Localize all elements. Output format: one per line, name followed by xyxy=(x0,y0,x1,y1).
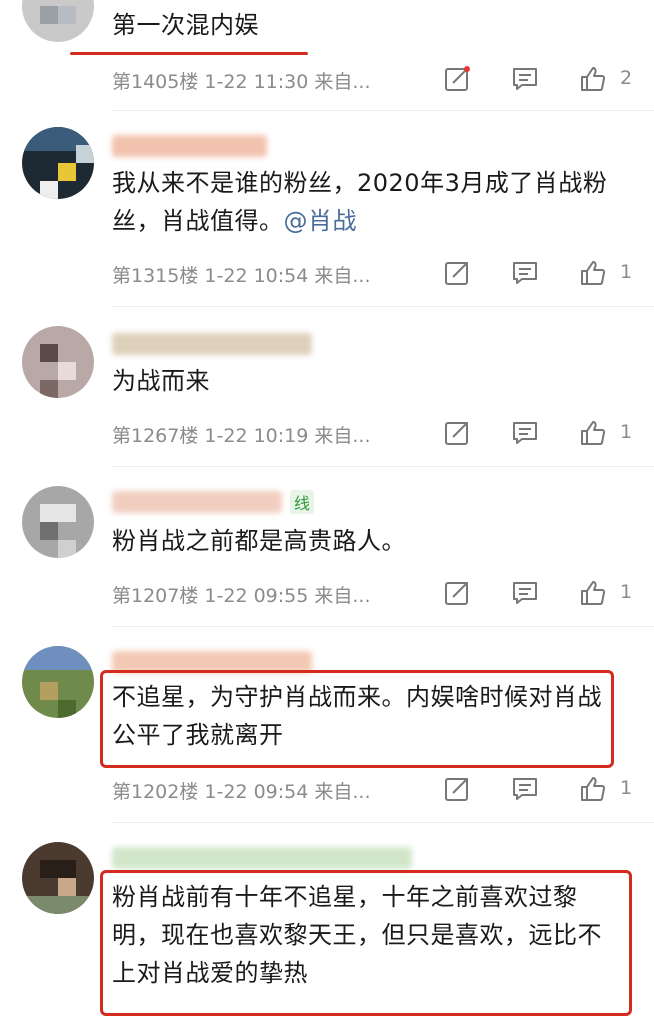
floor-number: 第1405楼 xyxy=(112,71,199,93)
username-blurred[interactable] xyxy=(112,847,412,869)
comment-date: 1-22 xyxy=(204,71,248,93)
share-icon[interactable] xyxy=(442,578,472,608)
like-icon[interactable] xyxy=(578,774,608,804)
comment-source: 来自... xyxy=(314,425,371,447)
avatar[interactable] xyxy=(22,326,94,398)
comment-time: 10:54 xyxy=(253,265,309,287)
share-icon[interactable] xyxy=(442,418,472,448)
comment-icon[interactable] xyxy=(510,258,540,288)
like-icon[interactable] xyxy=(578,578,608,608)
comment-meta: 第1405楼 1-22 11:30 来自... 2 xyxy=(112,64,632,94)
like-count: 1 xyxy=(620,777,633,799)
comment-time: 09:55 xyxy=(253,585,309,607)
username-blurred[interactable] xyxy=(112,491,282,513)
comment-icon[interactable] xyxy=(510,578,540,608)
floor-number: 第1202楼 xyxy=(112,781,199,803)
comment-meta: 第1267楼 1-22 10:19 来自... 1 xyxy=(112,418,632,448)
avatar[interactable] xyxy=(22,646,94,718)
comment-text: 第一次混内娱 xyxy=(112,11,259,39)
share-icon[interactable] xyxy=(442,258,472,288)
comment-date: 1-22 xyxy=(204,585,248,607)
comment-date: 1-22 xyxy=(204,425,248,447)
comment-source: 来自... xyxy=(314,781,371,803)
comment-meta: 第1207楼 1-22 09:55 来自... 1 xyxy=(112,578,632,608)
share-icon[interactable] xyxy=(442,774,472,804)
floor-number: 第1315楼 xyxy=(112,265,199,287)
comment-text: 我从来不是谁的粉丝，2020年3月成了肖战粉丝，肖战值得。@肖战 xyxy=(112,169,608,235)
comment-text: 为战而来 xyxy=(112,367,210,395)
username-blurred[interactable] xyxy=(112,333,312,355)
comment-source: 来自... xyxy=(314,265,371,287)
avatar[interactable] xyxy=(22,0,94,42)
divider xyxy=(112,110,654,111)
comment-date: 1-22 xyxy=(204,265,248,287)
like-count: 1 xyxy=(620,421,633,443)
username-suffix: 线 xyxy=(290,490,315,514)
comment-time: 10:19 xyxy=(253,425,309,447)
divider xyxy=(112,626,654,627)
comment-icon[interactable] xyxy=(510,418,540,448)
like-count: 1 xyxy=(620,581,633,603)
comment-source: 来自... xyxy=(314,71,371,93)
like-icon[interactable] xyxy=(578,418,608,448)
comment-source: 来自... xyxy=(314,585,371,607)
comment-time: 11:30 xyxy=(253,71,309,93)
like-icon[interactable] xyxy=(578,64,608,94)
mention-link[interactable]: @肖战 xyxy=(284,207,358,235)
comment-text: 不追星，为守护肖战而来。内娱啥时候对肖战公平了我就离开 xyxy=(112,683,602,749)
like-count: 2 xyxy=(620,67,633,89)
divider xyxy=(112,822,654,823)
share-icon[interactable] xyxy=(442,64,472,94)
like-count: 1 xyxy=(620,261,633,283)
comment-meta: 第1315楼 1-22 10:54 来自... 1 xyxy=(112,258,632,288)
username-blurred[interactable] xyxy=(112,135,267,157)
avatar[interactable] xyxy=(22,842,94,914)
avatar[interactable] xyxy=(22,486,94,558)
comment-text: 粉肖战之前都是高贵路人。 xyxy=(112,527,406,555)
floor-number: 第1267楼 xyxy=(112,425,199,447)
like-icon[interactable] xyxy=(578,258,608,288)
floor-number: 第1207楼 xyxy=(112,585,199,607)
comment-date: 1-22 xyxy=(204,781,248,803)
highlight-underline xyxy=(70,52,308,55)
comment-icon[interactable] xyxy=(510,774,540,804)
comment-meta: 第1202楼 1-22 09:54 来自... 1 xyxy=(112,774,632,804)
divider xyxy=(112,306,654,307)
avatar[interactable] xyxy=(22,127,94,199)
comment-text: 粉肖战前有十年不追星，十年之前喜欢过黎明，现在也喜欢黎天王，但只是喜欢，远比不上… xyxy=(112,883,602,987)
comment-icon[interactable] xyxy=(510,64,540,94)
divider xyxy=(112,466,654,467)
comment-time: 09:54 xyxy=(253,781,309,803)
